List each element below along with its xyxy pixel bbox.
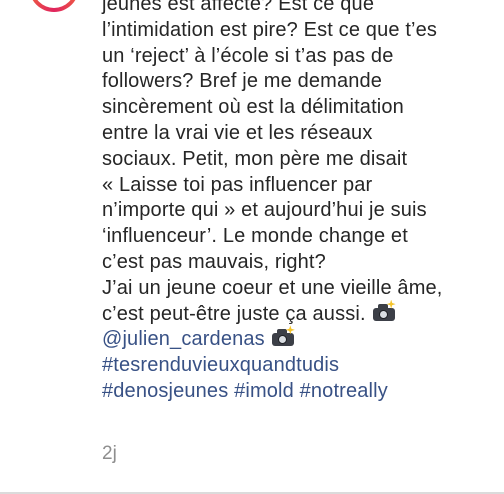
caption-line: followers? Bref je me demande — [102, 70, 383, 93]
caption-line: l’intimidation est pire? Est ce que t’es — [102, 18, 438, 41]
camera-with-flash-icon — [372, 299, 396, 322]
mention-link[interactable]: @julien_cardenas — [102, 328, 265, 350]
caption-line: ‘influenceur’. Le monde change et — [102, 225, 408, 248]
camera-with-flash-icon — [271, 325, 295, 347]
hashtag-line: #denosjeunes #imold #notreally — [102, 379, 500, 405]
caption-line: jeunes est affecté? Est ce que — [102, 0, 375, 15]
comment-caption: jeunes est affecté? Est ce que l’intimid… — [102, 0, 500, 405]
caption-line: un ‘reject’ à l’école si t’as pas de — [102, 44, 394, 67]
hashtag-link[interactable]: #notreally — [300, 380, 388, 402]
hashtag-link[interactable]: #imold — [234, 380, 294, 402]
hashtag-link[interactable]: #tesrenduvieuxquandtudis — [102, 354, 339, 376]
comment-avatar[interactable] — [29, 0, 79, 12]
caption-line: sincèrement où est la délimitation — [102, 96, 404, 119]
hashtag-line: #tesrenduvieuxquandtudis — [102, 353, 500, 379]
caption-line: c’est peut-être juste ça aussi. — [102, 302, 366, 325]
caption-line: sociaux. Petit, mon père me disait — [102, 147, 408, 170]
caption-line: « Laisse toi pas influencer par — [102, 173, 373, 196]
mention-line: @julien_cardenas — [102, 325, 500, 353]
caption-line: J’ai un jeune coeur et une vieille âme, — [102, 276, 443, 299]
caption-line-with-emoji: c’est peut-être juste ça aussi. — [102, 299, 500, 328]
caption-line: n’importe qui » et aujourd’hui je suis — [102, 199, 427, 222]
comment-timestamp[interactable]: 2j — [102, 443, 117, 465]
caption-line: c’est pas mauvais, right? — [102, 250, 326, 273]
caption-line: entre la vrai vie et les réseaux — [102, 121, 373, 144]
hashtag-link[interactable]: #denosjeunes — [102, 380, 228, 402]
